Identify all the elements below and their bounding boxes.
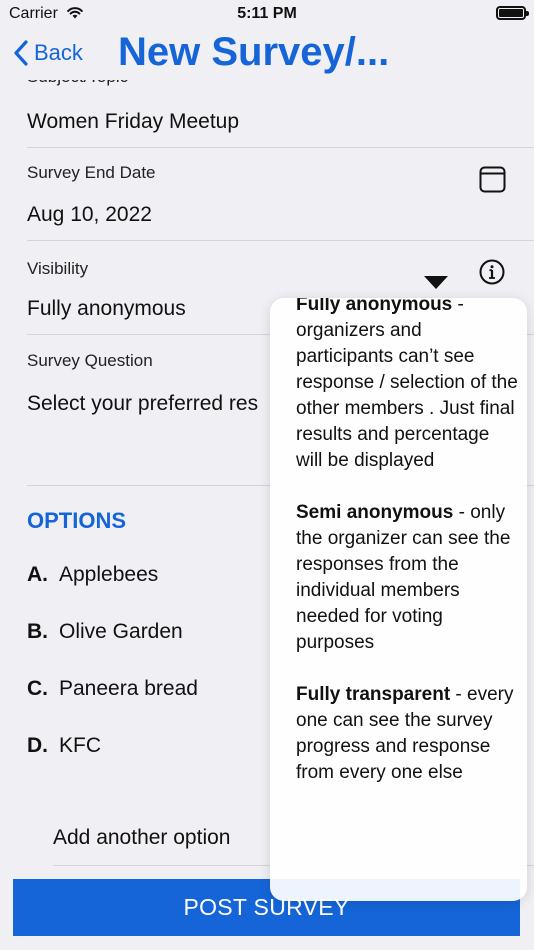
- options-heading: OPTIONS: [27, 508, 127, 533]
- status-time: 5:11 PM: [237, 5, 297, 22]
- visibility-label: Visibility: [27, 259, 89, 278]
- popover-arrow: [424, 276, 448, 289]
- question-field[interactable]: Select your preferred res: [27, 392, 258, 416]
- option-item[interactable]: C. Paneera bread: [27, 677, 198, 701]
- popover-block-title: Fully anonymous: [296, 298, 453, 315]
- option-text: Olive Garden: [59, 620, 183, 643]
- option-text: Applebees: [59, 563, 159, 586]
- option-item[interactable]: B. Olive Garden: [27, 620, 183, 644]
- popover-block-fully-transparent: Fully transparent - every one can see th…: [296, 682, 518, 786]
- popover-content: Fully anonymous - organizers and partici…: [296, 298, 518, 812]
- popover-block-body: - only the organizer can see the respons…: [296, 502, 511, 653]
- add-option-field[interactable]: Add another option: [53, 826, 230, 850]
- question-label: Survey Question: [27, 351, 153, 370]
- popover-block-body: - organizers and participants can’t see …: [296, 298, 518, 471]
- back-button[interactable]: Back: [12, 40, 83, 66]
- popover-block-title: Fully transparent: [296, 684, 451, 705]
- navigation-bar: Back New Survey/...: [0, 28, 534, 80]
- end-date-field[interactable]: Aug 10, 2022: [27, 203, 152, 227]
- back-label: Back: [34, 40, 83, 65]
- popover-block-title: Semi anonymous: [296, 502, 454, 523]
- option-item[interactable]: A. Applebees: [27, 563, 158, 587]
- divider: [27, 240, 534, 241]
- option-text: KFC: [59, 734, 101, 757]
- option-letter: B.: [27, 620, 48, 643]
- end-date-label: Survey End Date: [27, 163, 156, 182]
- option-item[interactable]: D. KFC: [27, 734, 101, 758]
- option-letter: A.: [27, 563, 48, 586]
- status-bar: Carrier 5:11 PM: [0, 0, 534, 28]
- option-text: Paneera bread: [59, 677, 198, 700]
- info-icon[interactable]: [479, 259, 505, 285]
- divider: [27, 147, 534, 148]
- option-letter: D.: [27, 734, 48, 757]
- option-letter: C.: [27, 677, 48, 700]
- visibility-field[interactable]: Fully anonymous: [27, 297, 186, 321]
- visibility-info-popover: Fully anonymous - organizers and partici…: [270, 298, 527, 901]
- subject-field[interactable]: Women Friday Meetup: [27, 110, 239, 134]
- popover-block-fully-anonymous: Fully anonymous - organizers and partici…: [296, 298, 518, 474]
- battery-icon: [496, 6, 529, 20]
- popover-block-semi-anonymous: Semi anonymous - only the organizer can …: [296, 500, 518, 656]
- page-title: New Survey/...: [118, 30, 390, 74]
- calendar-icon[interactable]: [479, 165, 506, 193]
- back-chevron-icon: [14, 40, 28, 66]
